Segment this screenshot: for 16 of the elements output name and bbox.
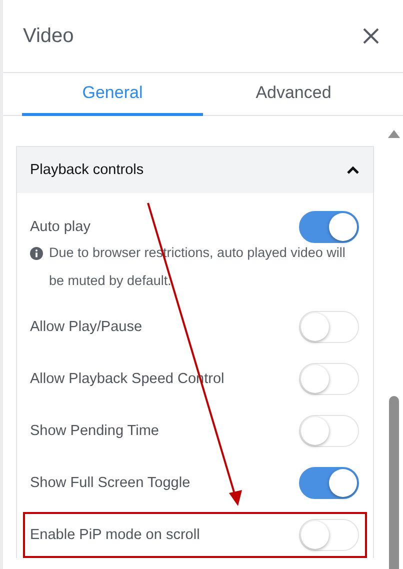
toggle-switch[interactable] — [299, 467, 359, 499]
setting-label: Allow Play/Pause — [30, 319, 142, 335]
setting-label: Auto play — [30, 219, 90, 235]
setting-label: Enable PiP mode on scroll — [30, 527, 200, 543]
tab[interactable]: General — [22, 73, 203, 116]
tab[interactable]: Advanced — [203, 73, 384, 116]
close-icon[interactable] — [361, 26, 381, 46]
scroll-up-icon — [388, 130, 400, 138]
info-icon — [30, 247, 43, 260]
section-header[interactable]: Playback controls — [17, 147, 373, 193]
panel-title: Video — [23, 24, 74, 48]
setting-label: Show Pending Time — [30, 423, 159, 439]
chevron-icon — [347, 166, 359, 174]
scrollbar-thumb[interactable] — [389, 396, 399, 569]
toggle-switch[interactable] — [299, 211, 359, 243]
setting-label: Show Full Screen Toggle — [30, 475, 190, 491]
